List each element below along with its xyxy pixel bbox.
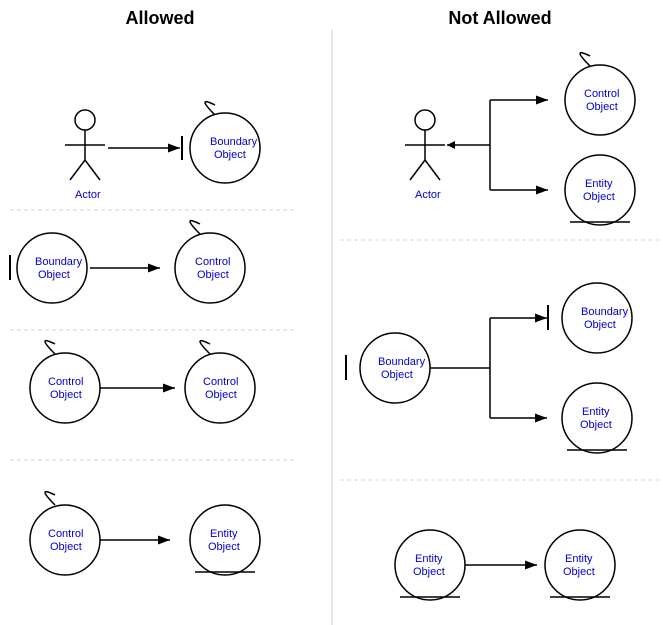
entity-label-na3bb: Object [563, 566, 595, 578]
boundary-label-2: Boundary [35, 256, 83, 268]
control-label-3b: Control [203, 376, 238, 388]
entity-label-na3ab: Object [413, 566, 445, 578]
control-label-na1a: Control [584, 88, 619, 100]
control-label-4ab: Object [50, 541, 82, 553]
control-label-4a: Control [48, 528, 83, 540]
boundary-label-na2a: Boundary [378, 356, 426, 368]
entity-label-na2b: Entity [582, 406, 610, 418]
boundary-label-na2b: Boundary [581, 306, 629, 318]
boundary-label-2b: Object [38, 269, 70, 281]
control-label-2b: Object [197, 269, 229, 281]
control-label-3a: Control [48, 376, 83, 388]
boundary-label-na2ab: Object [381, 369, 413, 381]
actor-label-na1: Actor [415, 189, 441, 201]
entity-label-na3a: Entity [415, 553, 443, 565]
actor-label-1: Actor [75, 189, 101, 201]
entity-label-na3b: Entity [565, 553, 593, 565]
entity-label-4bb: Object [208, 541, 240, 553]
entity-label-na2bb: Object [580, 419, 612, 431]
entity-label-na1b: Entity [585, 178, 613, 190]
boundary-label-1b: Object [214, 149, 246, 161]
boundary-label-na2bb: Object [584, 319, 616, 331]
control-label-2: Control [195, 256, 230, 268]
control-label-na1ab: Object [586, 101, 618, 113]
control-label-3ab: Object [50, 389, 82, 401]
entity-label-na1bb: Object [583, 191, 615, 203]
entity-label-4b: Entity [210, 528, 238, 540]
page-container: Allowed Not Allowed Actor Boundary Objec… [0, 0, 663, 625]
control-label-3bb: Object [205, 389, 237, 401]
boundary-label-1: Boundary [210, 136, 258, 148]
main-diagram: Actor Boundary Object Boundary Object Co… [0, 0, 663, 625]
